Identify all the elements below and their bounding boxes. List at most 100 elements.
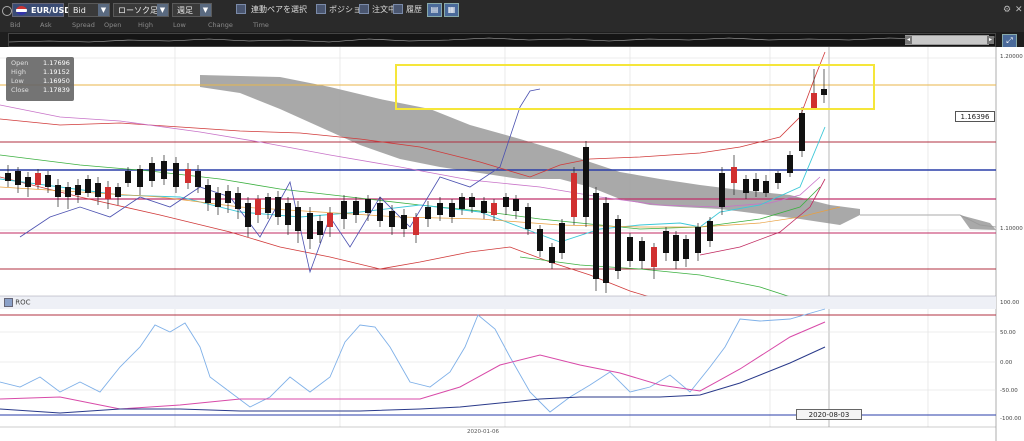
orders-checkbox[interactable]	[359, 4, 369, 14]
candle-body	[673, 235, 679, 261]
candle-body	[85, 179, 91, 193]
candle-body	[185, 169, 191, 183]
chart-tools-button[interactable]: ▤	[427, 3, 442, 17]
close-icon[interactable]: ✕	[1015, 3, 1023, 17]
roc-axis-50: 50.00	[1000, 330, 1016, 336]
candle-body	[695, 227, 701, 253]
candle-body	[285, 203, 291, 225]
legend-open: Open	[104, 21, 122, 29]
currency-pair-label: EUR/USD	[31, 6, 71, 15]
candle-body	[821, 89, 827, 95]
price-type-label: Bid	[73, 6, 86, 15]
candle-body	[627, 237, 633, 261]
candle-body	[115, 187, 121, 197]
candle-body	[513, 199, 519, 211]
ohlc-close: Close 1.17839	[11, 86, 71, 95]
candle-body	[469, 197, 475, 207]
ohlc-close-value: 1.17839	[43, 86, 70, 94]
lagging-span-green	[519, 256, 801, 301]
price-chart-svg	[0, 47, 997, 441]
navigator-right-button[interactable]: ▸	[987, 36, 994, 44]
history-checkbox[interactable]	[393, 4, 403, 14]
candle-body	[215, 193, 221, 207]
candle-body	[173, 163, 179, 187]
candle-body	[307, 213, 313, 239]
price-type-select[interactable]: Bid ▼	[68, 3, 110, 17]
candle-body	[245, 203, 251, 227]
candle-body	[491, 203, 497, 215]
navigator-left-button[interactable]: ◂	[905, 36, 912, 44]
candle-body	[559, 223, 565, 253]
candle-body	[225, 191, 231, 203]
legend-high: High	[138, 21, 153, 29]
candlestick-series	[5, 69, 827, 293]
current-price-tag: 1.16396	[955, 111, 995, 122]
chart-type-select[interactable]: ローソク足 ▼	[113, 3, 169, 17]
candle-body	[137, 169, 143, 187]
navigator-sparkline	[9, 36, 995, 43]
roc-axis-neg100: -100.00	[1000, 416, 1022, 422]
history-label: 履歴	[406, 5, 422, 14]
ohlc-low-label: Low	[11, 77, 24, 85]
currency-pair-select[interactable]: EUR/USD	[12, 3, 71, 17]
candle-body	[425, 207, 431, 219]
candle-body	[731, 167, 737, 183]
roc-axis-100: 100.00	[1000, 300, 1020, 306]
candle-body	[707, 221, 713, 241]
ohlc-low-value: 1.16950	[43, 77, 70, 85]
candle-body	[437, 203, 443, 215]
candle-body	[389, 211, 395, 227]
candle-body	[651, 247, 657, 267]
ohlc-high: High 1.19152	[11, 68, 71, 77]
ichimoku-cloud	[200, 75, 860, 225]
navigator-window[interactable]	[905, 35, 989, 45]
candle-body	[377, 203, 383, 221]
candle-body	[255, 199, 261, 215]
candle-body	[235, 193, 241, 209]
ohlc-high-label: High	[11, 68, 26, 76]
price-axis-mid: 1.10000	[1000, 226, 1023, 232]
candle-body	[45, 175, 51, 187]
candle-body	[549, 247, 555, 263]
candle-body	[413, 217, 419, 235]
app-icon	[2, 3, 12, 17]
chart-layout-button[interactable]: ▦	[444, 3, 459, 17]
toolbar: EUR/USD Bid ▼ ローソク足 ▼ 週足 ▼ 連動ペアを選択 ポジション…	[0, 0, 1024, 20]
candle-body	[341, 201, 347, 219]
candle-body	[459, 197, 465, 209]
ohlc-high-value: 1.19152	[43, 68, 70, 76]
price-axis-top: 1.20000	[1000, 54, 1023, 60]
candle-body	[719, 173, 725, 207]
link-pair-checkbox[interactable]	[236, 4, 246, 14]
indicator-label[interactable]: ROC	[4, 298, 31, 308]
position-checkbox[interactable]	[316, 4, 326, 14]
candle-body	[195, 171, 201, 187]
candle-body	[125, 171, 131, 183]
roc-axis-0: 0.00	[1000, 360, 1013, 366]
indicator-icon	[4, 298, 13, 307]
expand-button[interactable]: ⤢	[1002, 34, 1017, 48]
timeframe-select[interactable]: 週足 ▼	[172, 3, 212, 17]
legend-ask: Ask	[40, 21, 52, 29]
candle-body	[775, 173, 781, 183]
candle-body	[525, 207, 531, 229]
candle-body	[537, 229, 543, 251]
candle-body	[603, 203, 609, 283]
main-chart-area[interactable]: Open 1.17696 High 1.19152 Low 1.16950 Close…	[0, 47, 1024, 441]
settings-gear-icon[interactable]: ⚙	[1003, 3, 1011, 17]
candle-body	[743, 179, 749, 193]
candle-body	[449, 203, 455, 217]
time-axis-label: 2020-01-06	[467, 429, 499, 435]
candle-body	[571, 173, 577, 217]
legend-spread: Spread	[72, 21, 95, 29]
indicator-name: ROC	[15, 298, 31, 307]
chevron-down-icon: ▼	[98, 4, 109, 16]
chart-navigator[interactable]: ◂ ▸	[8, 33, 996, 47]
candle-body	[683, 239, 689, 259]
quote-legend: Bid Ask Spread Open High Low Change Time	[0, 20, 1024, 32]
candle-body	[639, 241, 645, 261]
link-pair-label: 連動ペアを選択	[251, 5, 307, 14]
candle-body	[317, 221, 323, 235]
candle-body	[401, 215, 407, 229]
highlight-box	[395, 64, 875, 110]
